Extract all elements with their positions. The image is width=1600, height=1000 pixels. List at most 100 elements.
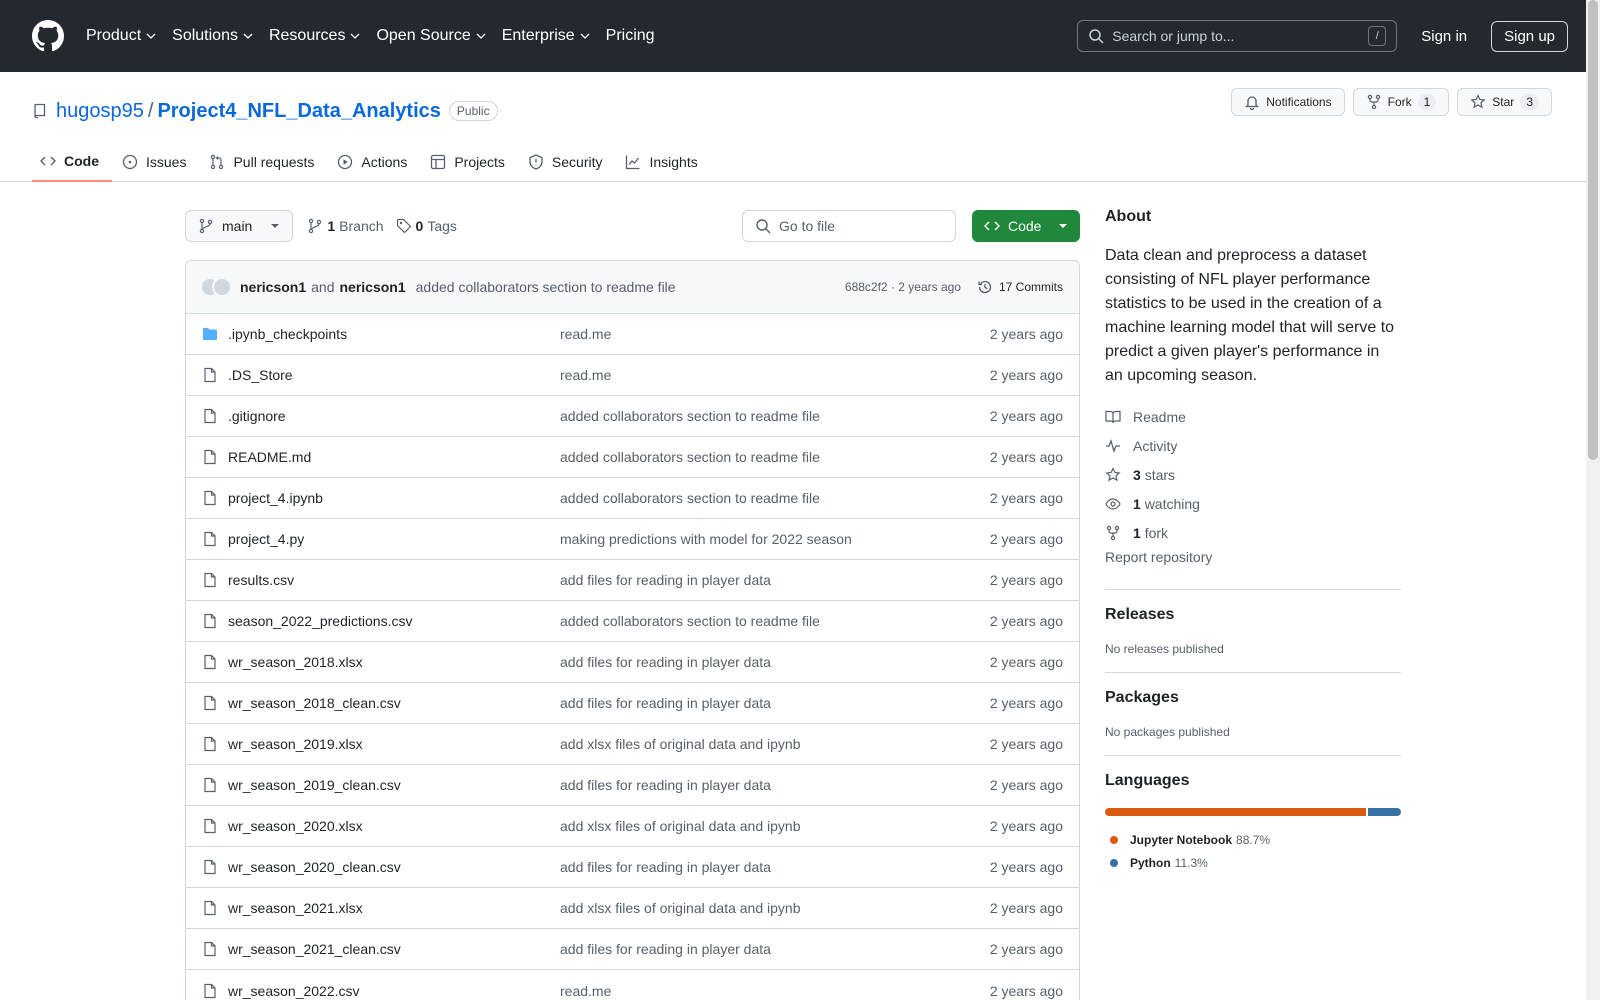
file-name-link[interactable]: project_4.ipynb <box>228 490 560 506</box>
table-row[interactable]: wr_season_2020.xlsx add xlsx files of ori… <box>186 806 1079 847</box>
file-name-link[interactable]: wr_season_2019.xlsx <box>228 736 560 752</box>
watchers-link[interactable]: 1 watching <box>1105 489 1401 518</box>
language-item[interactable]: Python 11.3% <box>1105 851 1401 874</box>
repo-owner-link[interactable]: hugosp95 <box>56 100 144 123</box>
sign-up-button[interactable]: Sign up <box>1491 20 1568 52</box>
file-name-link[interactable]: wr_season_2020_clean.csv <box>228 859 560 875</box>
tab-security[interactable]: Security <box>520 142 616 182</box>
file-commit-message-link[interactable]: read.me <box>560 326 990 342</box>
file-commit-message-link[interactable]: read.me <box>560 983 990 999</box>
notifications-button[interactable]: Notifications <box>1231 88 1345 116</box>
tab-projects[interactable]: Projects <box>422 142 518 182</box>
nav-open-source[interactable]: Open Source <box>376 27 486 45</box>
tab-code[interactable]: Code <box>32 142 112 182</box>
readme-link[interactable]: Readme <box>1105 402 1401 431</box>
branch-selector-button[interactable]: main <box>185 210 294 242</box>
file-name-link[interactable]: wr_season_2021.xlsx <box>228 900 560 916</box>
file-name-link[interactable]: results.csv <box>228 572 560 588</box>
activity-link[interactable]: Activity <box>1105 431 1401 460</box>
forks-link[interactable]: 1 fork <box>1105 518 1401 547</box>
file-commit-date: 2 years ago <box>989 408 1063 424</box>
file-commit-message-link[interactable]: add files for reading in player data <box>560 572 990 588</box>
branches-link[interactable]: 1 Branch <box>307 218 384 234</box>
table-row[interactable]: .DS_Store read.me 2 years ago <box>186 355 1079 396</box>
releases-heading[interactable]: Releases <box>1105 606 1401 624</box>
file-commit-message-link[interactable]: add xlsx files of original data and ipyn… <box>560 736 990 752</box>
star-button[interactable]: Star 3 <box>1457 88 1552 116</box>
tags-link[interactable]: 0 Tags <box>396 218 457 234</box>
file-name-link[interactable]: wr_season_2022.csv <box>228 983 560 999</box>
avatar[interactable] <box>212 277 232 297</box>
file-name-link[interactable]: wr_season_2021_clean.csv <box>228 941 560 957</box>
nav-solutions[interactable]: Solutions <box>172 27 253 45</box>
file-name-link[interactable]: season_2022_predictions.csv <box>228 613 560 629</box>
table-row[interactable]: wr_season_2018_clean.csv add files for re… <box>186 683 1079 724</box>
file-commit-message-link[interactable]: add xlsx files of original data and ipyn… <box>560 818 990 834</box>
table-row[interactable]: .ipynb_checkpoints read.me 2 years ago <box>186 314 1079 355</box>
file-commit-message-link[interactable]: add files for reading in player data <box>560 654 990 670</box>
commit-author-link[interactable]: nericson1 <box>340 279 406 295</box>
file-commit-message-link[interactable]: add files for reading in player data <box>560 941 990 957</box>
table-row[interactable]: wr_season_2018.xlsx add files for reading… <box>186 642 1079 683</box>
table-row[interactable]: wr_season_2020_clean.csv add files for re… <box>186 847 1079 888</box>
table-row[interactable]: README.md added collaborators section to … <box>186 437 1079 478</box>
commit-message-link[interactable]: added collaborators section to readme fi… <box>416 279 676 295</box>
file-icon <box>204 367 216 383</box>
nav-enterprise[interactable]: Enterprise <box>502 27 590 45</box>
table-row[interactable]: wr_season_2019.xlsx add xlsx files of ori… <box>186 724 1079 765</box>
packages-heading[interactable]: Packages <box>1105 689 1401 707</box>
table-row[interactable]: season_2022_predictions.csv added collabo… <box>186 601 1079 642</box>
file-commit-message-link[interactable]: add files for reading in player data <box>560 777 990 793</box>
table-row[interactable]: wr_season_2021.xlsx add xlsx files of ori… <box>186 888 1079 929</box>
table-row[interactable]: .gitignore added collaborators section to… <box>186 396 1079 437</box>
scrollbar-thumb[interactable] <box>1588 0 1598 460</box>
language-item[interactable]: Jupyter Notebook 88.7% <box>1105 828 1401 851</box>
file-name-link[interactable]: wr_season_2018_clean.csv <box>228 695 560 711</box>
go-to-file-input[interactable]: Go to file <box>742 210 956 242</box>
tab-insights[interactable]: Insights <box>617 142 710 182</box>
fork-button[interactable]: Fork 1 <box>1352 88 1450 116</box>
language-bar-segment[interactable] <box>1367 808 1401 816</box>
table-row[interactable]: wr_season_2022.csv read.me 2 years ago <box>186 970 1079 1000</box>
tab-actions[interactable]: Actions <box>329 142 420 182</box>
table-row[interactable]: project_4.py making predictions with mode… <box>186 519 1079 560</box>
scrollbar-track[interactable] <box>1586 0 1600 1000</box>
nav-resources[interactable]: Resources <box>269 27 360 45</box>
table-row[interactable]: wr_season_2019_clean.csv add files for re… <box>186 765 1079 806</box>
file-name-link[interactable]: README.md <box>228 449 560 465</box>
report-repository-link[interactable]: Report repository <box>1105 549 1401 573</box>
table-row[interactable]: project_4.ipynb added collaborators secti… <box>186 478 1079 519</box>
commit-hash-link[interactable]: 688c2f2 · 2 years ago <box>845 280 961 294</box>
file-commit-message-link[interactable]: making predictions with model for 2022 s… <box>560 531 990 547</box>
code-dropdown-button[interactable]: Code <box>972 210 1080 242</box>
tab-pull-requests[interactable]: Pull requests <box>201 142 327 182</box>
commits-history-link[interactable]: 17 Commits <box>977 279 1063 295</box>
commit-author-link[interactable]: nericson1 <box>240 279 306 295</box>
file-commit-message-link[interactable]: added collaborators section to readme fi… <box>560 408 990 424</box>
table-row[interactable]: results.csv add files for reading in play… <box>186 560 1079 601</box>
file-name-link[interactable]: wr_season_2020.xlsx <box>228 818 560 834</box>
github-logo-icon[interactable] <box>32 20 64 52</box>
file-commit-message-link[interactable]: added collaborators section to readme fi… <box>560 613 990 629</box>
language-bar-segment[interactable] <box>1105 808 1366 816</box>
stars-link[interactable]: 3 stars <box>1105 460 1401 489</box>
sign-in-link[interactable]: Sign in <box>1421 28 1467 45</box>
repo-name-link[interactable]: Project4_NFL_Data_Analytics <box>157 100 440 123</box>
file-commit-message-link[interactable]: add xlsx files of original data and ipyn… <box>560 900 990 916</box>
search-input[interactable]: Search or jump to... / <box>1077 20 1398 52</box>
nav-product[interactable]: Product <box>86 27 156 45</box>
nav-pricing[interactable]: Pricing <box>606 27 655 45</box>
file-commit-message-link[interactable]: add files for reading in player data <box>560 859 990 875</box>
file-commit-message-link[interactable]: add files for reading in player data <box>560 695 990 711</box>
file-name-link[interactable]: wr_season_2019_clean.csv <box>228 777 560 793</box>
file-name-link[interactable]: .ipynb_checkpoints <box>228 326 560 342</box>
file-name-link[interactable]: .gitignore <box>228 408 560 424</box>
file-commit-message-link[interactable]: read.me <box>560 367 990 383</box>
file-name-link[interactable]: project_4.py <box>228 531 560 547</box>
table-row[interactable]: wr_season_2021_clean.csv add files for re… <box>186 929 1079 970</box>
file-name-link[interactable]: wr_season_2018.xlsx <box>228 654 560 670</box>
file-commit-message-link[interactable]: added collaborators section to readme fi… <box>560 490 990 506</box>
file-name-link[interactable]: .DS_Store <box>228 367 560 383</box>
file-commit-message-link[interactable]: added collaborators section to readme fi… <box>560 449 990 465</box>
tab-issues[interactable]: Issues <box>114 142 199 182</box>
